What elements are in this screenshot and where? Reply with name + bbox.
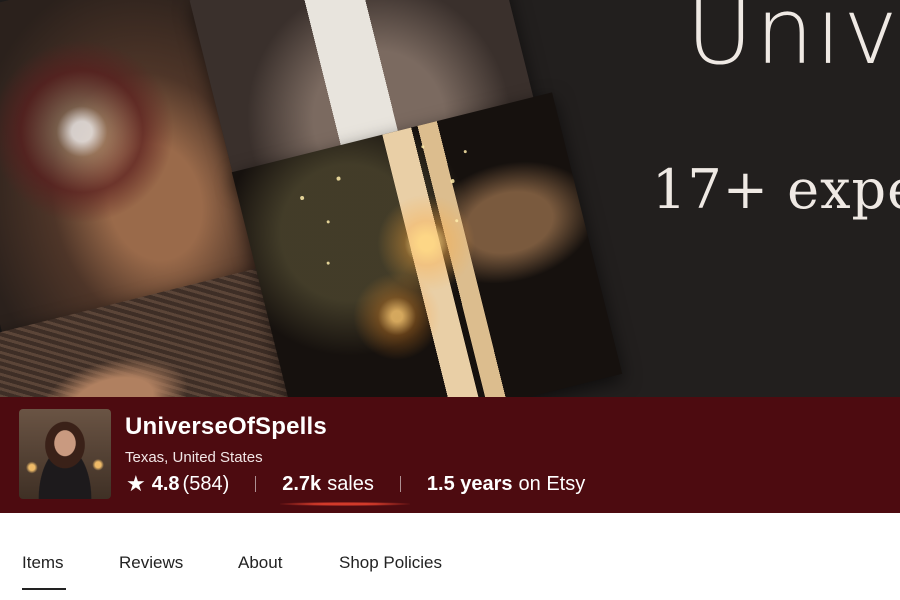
shop-banner: Univ 17+ exper bbox=[0, 0, 900, 397]
review-count[interactable]: (584) bbox=[183, 473, 230, 496]
tab-about[interactable]: About bbox=[238, 553, 282, 573]
tab-items[interactable]: Items bbox=[22, 553, 64, 573]
stats-divider bbox=[399, 476, 401, 492]
active-tab-indicator bbox=[22, 588, 66, 590]
rating-value[interactable]: 4.8 bbox=[152, 473, 180, 496]
shop-name[interactable]: UniverseOfSpells bbox=[125, 413, 327, 441]
banner-subheading: 17+ exper bbox=[652, 158, 900, 221]
banner-heading: Univ bbox=[686, 0, 900, 85]
shop-header: UniverseOfSpells Texas, United States ★ … bbox=[0, 397, 900, 513]
sales-value: 2.7k bbox=[282, 472, 322, 495]
sales-label: sales bbox=[327, 472, 374, 495]
tab-shop-policies[interactable]: Shop Policies bbox=[339, 553, 442, 573]
shop-owner-avatar[interactable] bbox=[19, 409, 111, 499]
tab-reviews[interactable]: Reviews bbox=[119, 553, 183, 573]
shop-stats: ★ 4.8 (584) 2.7k sales 1.5 years on Etsy bbox=[126, 471, 585, 497]
shop-location: Texas, United States bbox=[125, 449, 263, 466]
sales-highlight-glow bbox=[280, 502, 410, 506]
tenure-label: on Etsy bbox=[518, 472, 586, 495]
shop-tabs: Items Reviews About Shop Policies bbox=[0, 513, 900, 600]
star-icon: ★ bbox=[126, 471, 146, 496]
tenure-value: 1.5 years bbox=[426, 472, 513, 495]
stats-divider bbox=[255, 476, 257, 492]
